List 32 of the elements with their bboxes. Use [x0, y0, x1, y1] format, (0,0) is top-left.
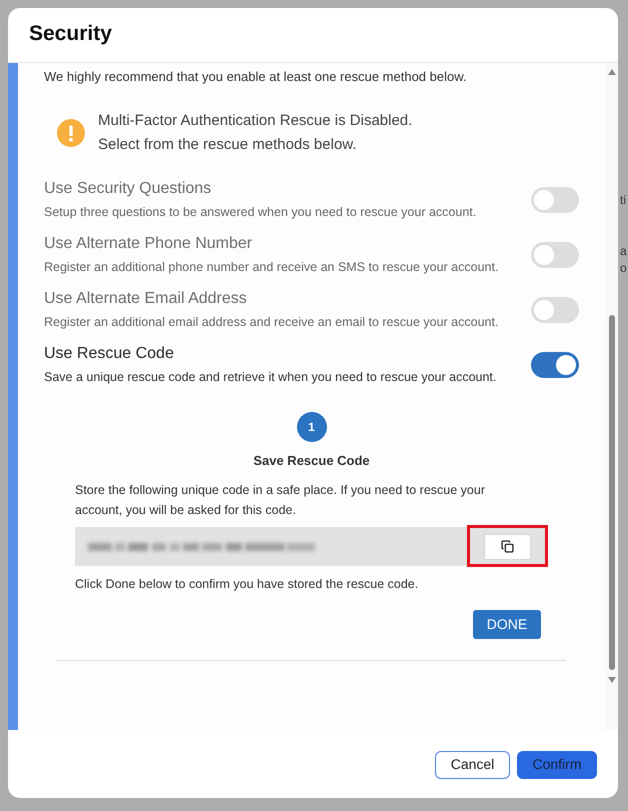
confirm-button[interactable]: Confirm [517, 750, 597, 778]
toggle-switch[interactable] [531, 296, 579, 322]
step-title: Save Rescue Code [253, 452, 370, 470]
instructions-text: Store the following unique code in a safe place. If you need to rescue your account, you will be asked for this code. [75, 482, 486, 519]
method-title: Use Security Questions [44, 179, 212, 199]
warning-icon [57, 119, 85, 147]
cancel-button[interactable]: Cancel [435, 750, 510, 778]
method-description: Register an additional phone number and receive an SMS to rescue your account. [44, 259, 498, 275]
method-description: Register an additional email address and receive an email to rescue your account. [44, 314, 498, 330]
scroll-down-arrow-icon[interactable] [608, 677, 616, 683]
toggle-switch[interactable] [531, 186, 579, 212]
intro-text: We highly recommend that you enable at least one rescue method below. [44, 68, 468, 86]
copy-icon [501, 540, 514, 553]
copy-button[interactable] [484, 534, 531, 560]
scroll-up-arrow-icon[interactable] [608, 69, 616, 75]
alert-text: Select from the rescue methods below. [98, 135, 358, 155]
toggle-switch[interactable] [531, 352, 579, 378]
step-number: 1 [296, 412, 326, 442]
background-text: ti [620, 193, 627, 207]
method-title: Use Alternate Email Address [44, 289, 248, 309]
confirm-note: Click Done below to confirm you have stored the rescue code. [75, 576, 420, 593]
method-description: Setup three questions to be answered when you need to rescue your account. [44, 204, 476, 220]
done-button[interactable]: DONE [473, 610, 541, 639]
dialog-title: Security [29, 21, 112, 48]
method-title: Use Alternate Phone Number [44, 234, 254, 254]
background-text: o [620, 261, 628, 275]
background-text: a [620, 244, 628, 258]
alert-text: Multi-Factor Authentication Rescue is Disabled. [98, 111, 412, 131]
method-title: Use Rescue Code [44, 344, 175, 364]
method-description: Save a unique rescue code and retrieve it when you need to rescue your account. [44, 369, 496, 385]
toggle-switch[interactable] [531, 242, 579, 268]
scrollbar-thumb[interactable] [608, 315, 614, 670]
